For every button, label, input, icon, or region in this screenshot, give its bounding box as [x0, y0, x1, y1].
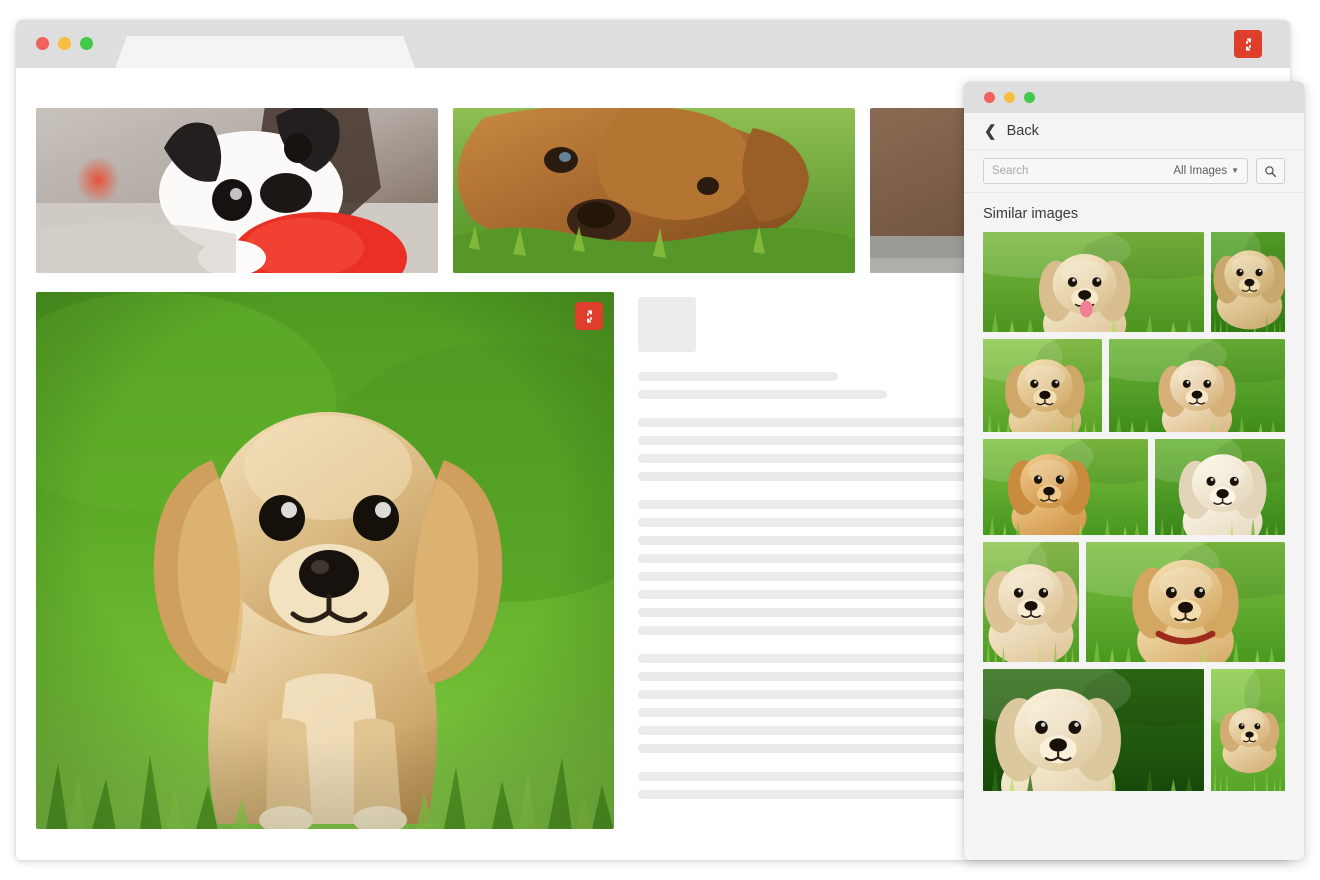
skeleton-line — [638, 500, 988, 509]
skeleton-line — [638, 390, 887, 399]
similar-image-thumbnail[interactable] — [1211, 232, 1285, 332]
search-row: Search All Images ▼ — [964, 150, 1304, 193]
similar-images-grid — [964, 232, 1304, 860]
skeleton-group — [638, 654, 988, 753]
skeleton-line — [638, 518, 988, 527]
skeleton-thumbnail — [638, 297, 696, 352]
skeleton-line — [638, 472, 988, 481]
section-title: Similar images — [964, 193, 1304, 232]
skeleton-group — [638, 772, 988, 799]
panel-maximize-button[interactable] — [1024, 92, 1035, 103]
similar-image-thumbnail[interactable] — [1109, 339, 1285, 432]
grid-row — [983, 669, 1285, 791]
details-skeleton — [638, 292, 988, 829]
skeleton-line — [638, 608, 988, 617]
similar-images-panel: ❮ Back Search All Images ▼ Similar image… — [964, 82, 1304, 860]
gallery-photo[interactable] — [36, 108, 438, 273]
similar-image-thumbnail[interactable] — [1211, 669, 1285, 791]
shutterstock-logo-icon[interactable] — [1234, 30, 1262, 58]
similar-image-thumbnail[interactable] — [983, 339, 1102, 432]
skeleton-line — [638, 454, 988, 463]
panel-minimize-button[interactable] — [1004, 92, 1015, 103]
grid-row — [983, 339, 1285, 432]
similar-image-thumbnail[interactable] — [983, 232, 1204, 332]
skeleton-line — [638, 372, 838, 381]
search-scope-label[interactable]: All Images — [1173, 165, 1227, 177]
maximize-button[interactable] — [80, 37, 93, 50]
grid-row — [983, 232, 1285, 332]
skeleton-line — [638, 690, 988, 699]
hero-image[interactable] — [36, 292, 614, 829]
skeleton-line — [638, 572, 988, 581]
search-input[interactable]: Search — [992, 165, 1173, 177]
skeleton-line — [638, 708, 988, 717]
skeleton-line — [638, 772, 988, 781]
panel-titlebar — [964, 82, 1304, 113]
chevron-down-icon[interactable]: ▼ — [1231, 167, 1239, 175]
panel-window-controls — [984, 92, 1035, 103]
back-label: Back — [1007, 123, 1039, 139]
skeleton-line — [638, 418, 988, 427]
skeleton-group — [638, 372, 988, 399]
grid-row — [983, 439, 1285, 535]
chevron-left-icon: ❮ — [984, 124, 997, 139]
panel-close-button[interactable] — [984, 92, 995, 103]
skeleton-line — [638, 436, 988, 445]
search-icon — [1264, 165, 1277, 178]
similar-image-thumbnail[interactable] — [983, 439, 1148, 535]
gallery-photo[interactable] — [453, 108, 855, 273]
skeleton-line — [638, 590, 988, 599]
skeleton-group — [638, 418, 988, 481]
similar-image-thumbnail[interactable] — [1155, 439, 1285, 535]
similar-image-thumbnail[interactable] — [983, 669, 1204, 791]
browser-tab[interactable] — [115, 36, 415, 68]
search-field[interactable]: Search All Images ▼ — [983, 158, 1248, 184]
skeleton-line — [638, 654, 988, 663]
grid-row — [983, 542, 1285, 662]
similar-image-thumbnail[interactable] — [983, 542, 1079, 662]
skeleton-line — [638, 744, 988, 753]
similar-image-thumbnail[interactable] — [1086, 542, 1285, 662]
back-button[interactable]: ❮ Back — [964, 113, 1304, 150]
skeleton-line — [638, 626, 988, 635]
skeleton-group — [638, 500, 988, 635]
window-controls — [36, 37, 93, 50]
skeleton-line — [638, 554, 988, 563]
skeleton-line — [638, 672, 988, 681]
detail-row — [36, 292, 988, 829]
skeleton-line — [638, 536, 988, 545]
close-button[interactable] — [36, 37, 49, 50]
shutterstock-logo-icon[interactable] — [575, 302, 603, 330]
minimize-button[interactable] — [58, 37, 71, 50]
skeleton-line — [638, 790, 988, 799]
skeleton-line — [638, 726, 988, 735]
search-button[interactable] — [1256, 158, 1285, 184]
browser-titlebar — [16, 20, 1290, 68]
